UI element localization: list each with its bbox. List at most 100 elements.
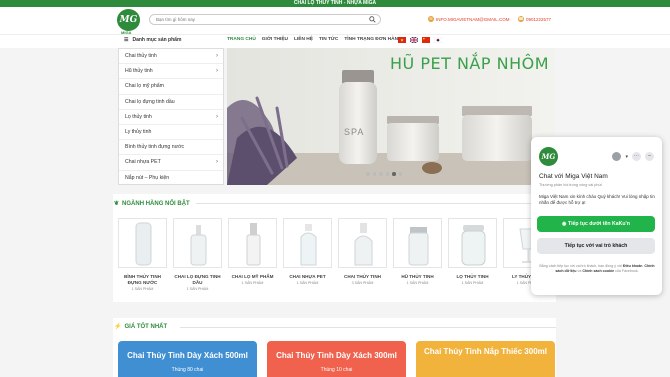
chevron-right-icon: › bbox=[216, 113, 218, 120]
china-flag-icon[interactable] bbox=[422, 37, 430, 43]
nav-about[interactable]: GIỚI THIỆU bbox=[262, 37, 288, 42]
nav-contact[interactable]: LIÊN HỆ bbox=[294, 37, 313, 42]
chat-widget: MG ▾ ⋯ – Chat với Miga Việt Nam Thường p… bbox=[531, 137, 662, 295]
cookie-policy-link[interactable]: Chính sách cookie bbox=[582, 269, 614, 273]
section-divider bbox=[180, 327, 556, 328]
chat-message: Miga Việt Nam xin kính chào Quý khách! V… bbox=[539, 194, 655, 205]
chevron-down-icon[interactable]: ▾ bbox=[625, 154, 628, 160]
category-name: CHAI THỦY TINH bbox=[344, 274, 381, 279]
best-price-title-text: GIÁ TỐT NHẤT bbox=[124, 323, 168, 330]
best-price-title: ⚡ GIÁ TỐT NHẤT bbox=[114, 323, 168, 331]
carousel-dot[interactable] bbox=[372, 172, 376, 176]
minimize-icon[interactable]: – bbox=[645, 152, 654, 161]
category-sidebar: Chai thủy tinh › Hũ thủy tinh › Chai lọ mỹ… bbox=[118, 48, 224, 185]
language-flags bbox=[398, 37, 442, 43]
announcement-text: CHAI LỌ THỦY TINH - NHỰA MIGA bbox=[293, 0, 377, 6]
product-image bbox=[448, 218, 497, 268]
category-count: 1 SẢN PHẨM bbox=[186, 287, 209, 291]
chat-subtitle: Thường phản hồi trong vòng vài phút bbox=[539, 183, 602, 187]
category-card[interactable]: CHAI LỌ MỸ PHẨM 1 SẢN PHẨM bbox=[228, 218, 277, 291]
hero-banner[interactable]: HŨ PET NẮP NHÔM SPA bbox=[227, 48, 555, 185]
sidebar-item[interactable]: Hũ thủy tinh › bbox=[119, 64, 223, 80]
terms-suffix: của Facebook. bbox=[615, 269, 639, 273]
contact-phone[interactable]: ☎ 0901222577 bbox=[518, 16, 551, 22]
messenger-icon: ◉ bbox=[562, 221, 567, 227]
sidebar-item[interactable]: Bình thủy tinh đựng nước bbox=[119, 140, 223, 156]
category-name: CHAI LỌ MỸ PHẨM bbox=[231, 274, 274, 279]
banner-title: HŨ PET NẮP NHÔM bbox=[390, 54, 549, 73]
sidebar-item[interactable]: Lọ thủy tinh › bbox=[119, 110, 223, 125]
logo-mark: MG bbox=[119, 15, 138, 25]
chat-title: Chat với Miga Việt Nam bbox=[539, 173, 608, 180]
category-card[interactable]: CHAI LỌ ĐỰNG TINH DẦU 1 SẢN PHẨM bbox=[173, 218, 222, 291]
product-image bbox=[393, 218, 442, 268]
search-icon[interactable] bbox=[369, 16, 376, 23]
price-card[interactable]: Chai Thủy Tinh Dày Xách 500ml Thùng 80 c… bbox=[118, 341, 257, 377]
sidebar-item[interactable]: Chai lọ đựng tinh dầu bbox=[119, 95, 223, 110]
product-image bbox=[228, 218, 277, 268]
search-box bbox=[149, 14, 381, 25]
sidebar-item-label: Nắp nút – Phụ kiện bbox=[125, 174, 170, 181]
category-name: CHAI LỌ ĐỰNG TINH DẦU bbox=[174, 274, 221, 285]
carousel-dot[interactable] bbox=[379, 172, 383, 176]
sidebar-item-label: Chai lọ mỹ phẩm bbox=[125, 83, 164, 90]
price-card-sub: Thùng 10 chai bbox=[320, 367, 353, 373]
category-name: CHAI NHỰA PET bbox=[289, 274, 326, 279]
price-card-title: Chai Thủy Tinh Dày Xách 300ml bbox=[276, 351, 397, 360]
user-avatar[interactable] bbox=[612, 152, 622, 161]
sidebar-item-label: Chai thủy tinh bbox=[125, 53, 157, 59]
sidebar-item[interactable]: Chai lọ mỹ phẩm bbox=[119, 79, 223, 95]
price-card[interactable]: Chai Thủy Tinh Dày Xách 300ml Thùng 10 c… bbox=[267, 341, 406, 377]
terms-text: Bằng cách tiếp tục với vai trò khách, bạ… bbox=[539, 264, 623, 268]
product-image bbox=[173, 218, 222, 268]
sidebar-item[interactable]: Nắp nút – Phụ kiện bbox=[119, 171, 223, 186]
category-card[interactable]: CHAI THỦY TINH 3 SẢN PHẨM bbox=[338, 218, 387, 291]
uk-flag-icon[interactable] bbox=[410, 37, 418, 43]
continue-as-user-label: Tiếp tục dưới tên KaKu'n bbox=[568, 221, 630, 227]
sidebar-item-label: Bình thủy tinh đựng nước bbox=[125, 144, 185, 151]
category-name: LỌ THỦY TINH bbox=[456, 274, 489, 279]
sidebar-item[interactable]: Chai thủy tinh › bbox=[119, 49, 223, 65]
terms-and: và bbox=[577, 269, 582, 273]
category-name: HŨ THỦY TINH bbox=[401, 274, 434, 279]
carousel-dot[interactable] bbox=[385, 172, 389, 176]
terms-link[interactable]: Điều khoản bbox=[623, 264, 642, 268]
product-image bbox=[118, 218, 167, 268]
sidebar-item-label: Chai lọ đựng tinh dầu bbox=[125, 98, 175, 105]
carousel-dot[interactable] bbox=[366, 172, 370, 176]
category-name: BÌNH THỦY TINH ĐỰNG NƯỚC bbox=[124, 274, 161, 285]
featured-title: ❦ NGÀNH HÀNG NỔI BẬT bbox=[114, 200, 190, 208]
sidebar-item-label: Chai nhựa PET bbox=[125, 159, 161, 166]
nav-home[interactable]: TRANG CHỦ bbox=[227, 37, 256, 42]
sidebar-item-label: Ly thủy tinh bbox=[125, 128, 152, 135]
price-card-title: Chai Thủy Tinh Nắp Thiếc 300ml bbox=[424, 347, 547, 356]
carousel-dot[interactable] bbox=[398, 172, 402, 176]
sidebar-item[interactable]: Chai nhựa PET › bbox=[119, 155, 223, 171]
menu-icon: ☰ bbox=[124, 37, 129, 43]
carousel-dots bbox=[366, 172, 402, 176]
category-card[interactable]: BÌNH THỦY TINH ĐỰNG NƯỚC 1 SẢN PHẨM bbox=[118, 218, 167, 291]
category-card[interactable]: CHAI NHỰA PET 1 SẢN PHẨM bbox=[283, 218, 332, 291]
continue-as-user-button[interactable]: ◉ Tiếp tục dưới tên KaKu'n bbox=[537, 216, 655, 232]
category-count: 1 SẢN PHẨM bbox=[406, 281, 429, 285]
contact-email[interactable]: ✉ INFO.MIGAVIETNAM@GMAIL.COM bbox=[428, 16, 510, 22]
category-card[interactable]: LỌ THỦY TINH 1 SẢN PHẨM bbox=[448, 218, 497, 291]
more-options-icon[interactable]: ⋯ bbox=[632, 152, 641, 161]
product-image bbox=[283, 218, 332, 268]
korea-flag-icon[interactable] bbox=[434, 37, 442, 43]
bolt-icon: ⚡ bbox=[114, 324, 122, 330]
category-count: 1 SẢN PHẨM bbox=[241, 281, 264, 285]
search-input[interactable] bbox=[150, 15, 350, 24]
price-card-sub: Thùng 80 chai bbox=[171, 367, 204, 373]
section-divider bbox=[196, 203, 556, 204]
categories-button[interactable]: ☰ Danh mục sản phẩm bbox=[124, 37, 181, 43]
nav-order-status[interactable]: TÌNH TRẠNG ĐƠN HÀNG bbox=[344, 37, 401, 42]
price-card[interactable]: Chai Thủy Tinh Nắp Thiếc 300ml bbox=[416, 341, 555, 377]
carousel-dot-active[interactable] bbox=[392, 172, 396, 176]
site-logo[interactable]: MG bbox=[117, 9, 140, 31]
nav-news[interactable]: TIN TỨC bbox=[319, 37, 338, 42]
category-card[interactable]: HŨ THỦY TINH 1 SẢN PHẨM bbox=[393, 218, 442, 291]
continue-as-guest-button[interactable]: Tiếp tục với vai trò khách bbox=[537, 238, 655, 254]
vietnam-flag-icon[interactable] bbox=[398, 37, 406, 43]
sidebar-item[interactable]: Ly thủy tinh bbox=[119, 125, 223, 141]
